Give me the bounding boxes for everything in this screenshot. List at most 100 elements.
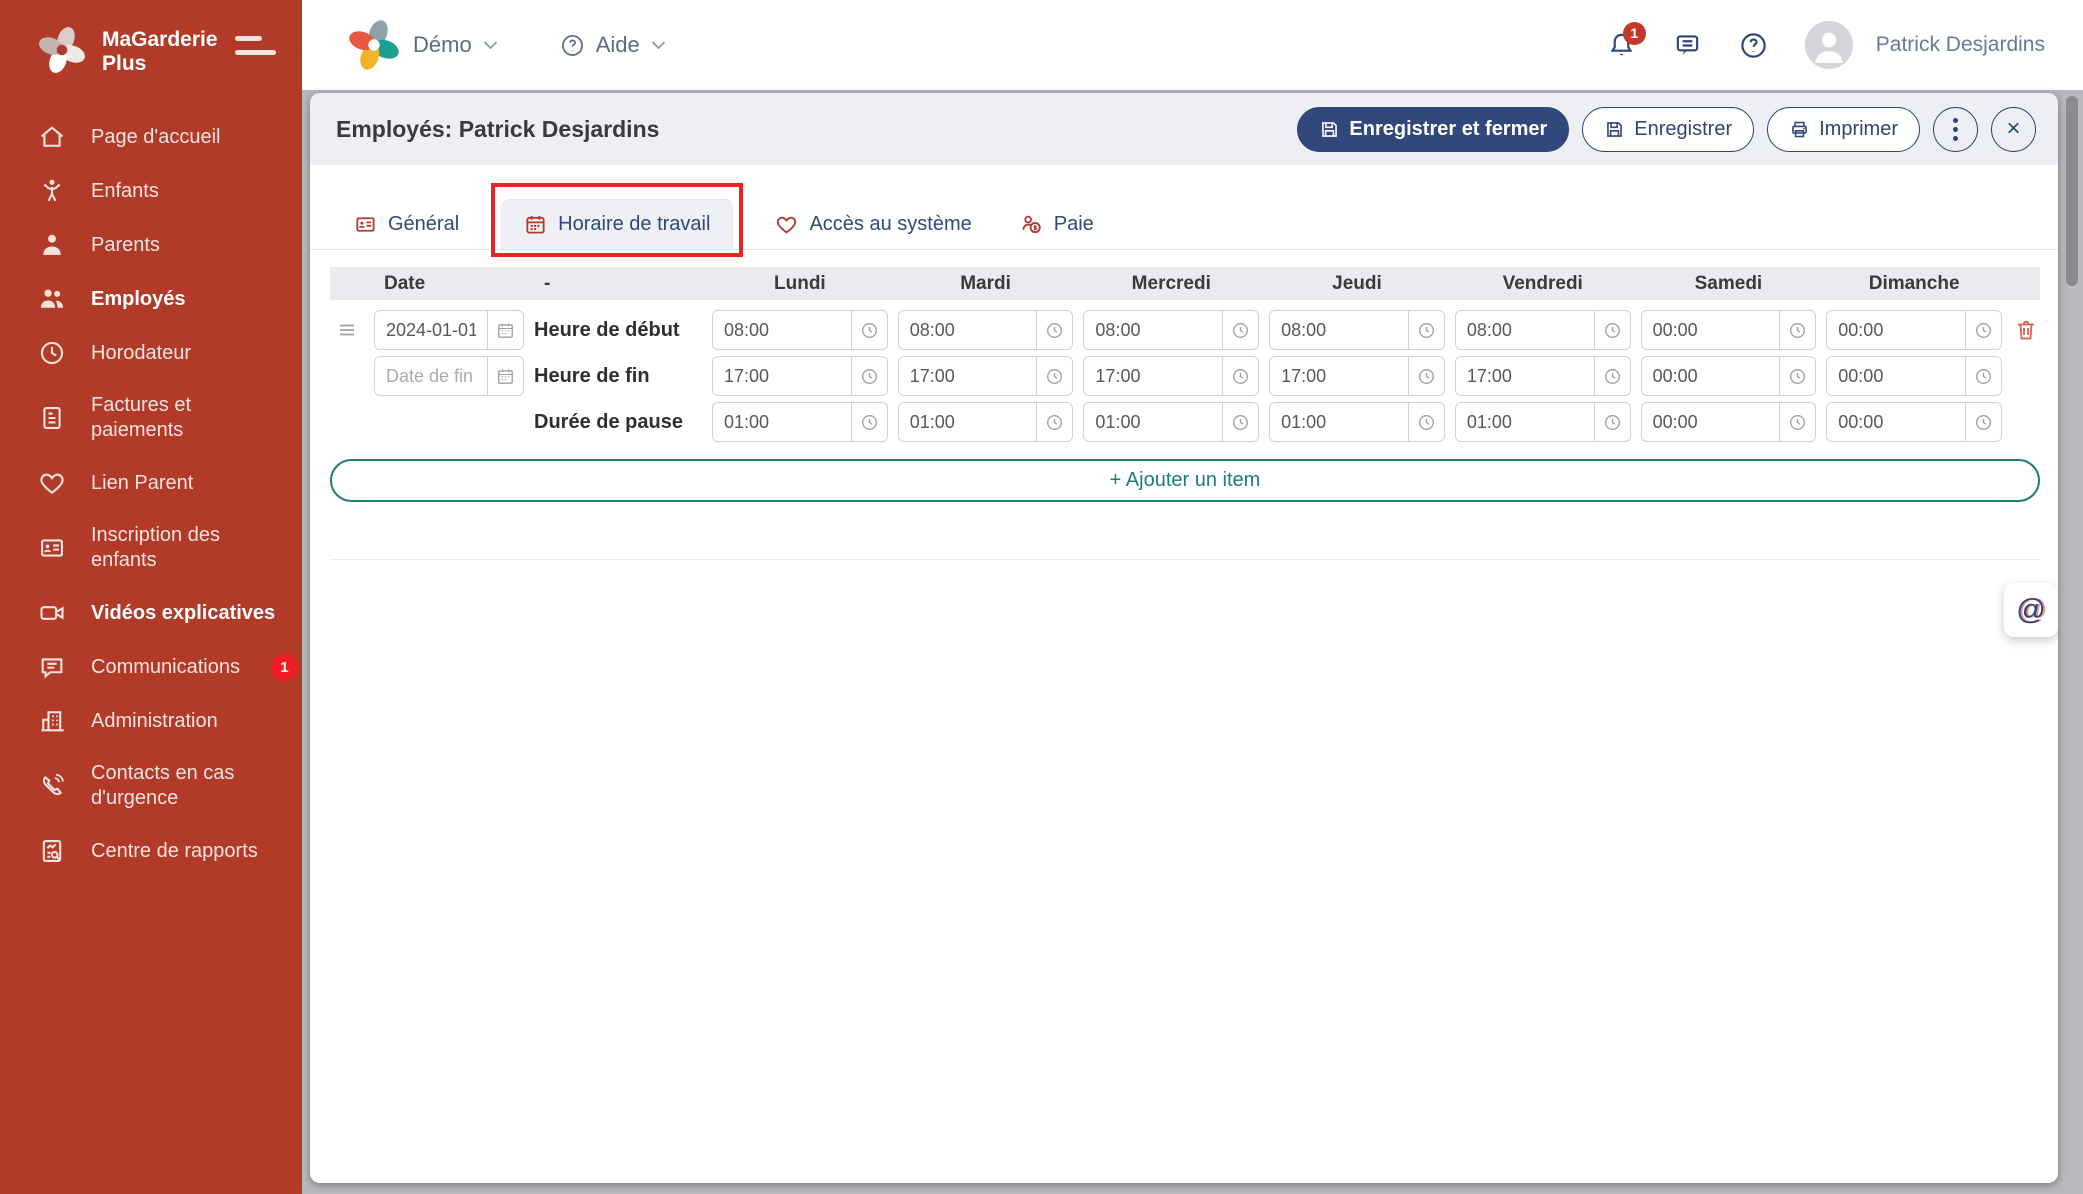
delete-row-trash-icon[interactable] [2012,318,2040,342]
schedule-header-row: Date - Lundi Mardi Mercredi Jeudi Vendre… [330,267,2040,300]
time-input-dimanche-end[interactable] [1827,357,1965,395]
chevron-down-icon [651,40,666,50]
tab-bar: Général Horaire de travail Accès au syst… [310,199,2058,250]
help-circle-icon[interactable] [1739,31,1768,60]
help-menu[interactable]: Aide [560,32,666,58]
clock-icon[interactable] [1779,357,1815,395]
clock-icon[interactable] [1222,403,1258,441]
sidebar-item-rapports[interactable]: Centre de rapports [0,824,302,878]
sidebar-item-communications[interactable]: Communications 1 [0,640,302,694]
time-input-samedi-end[interactable] [1642,357,1780,395]
sidebar-item-enfants[interactable]: Enfants [0,164,302,218]
tab-paie[interactable]: Paie [1014,200,1100,249]
clock-icon[interactable] [1965,311,2001,349]
topbar: Démo Aide 1 Patrick Desjardins [302,0,2083,90]
tab-acces-au-systeme[interactable]: Accès au système [769,200,977,249]
time-input-mardi-pause[interactable] [899,403,1037,441]
clock-icon[interactable] [1408,403,1444,441]
clock-icon[interactable] [1965,403,2001,441]
time-input-jeudi-end[interactable] [1270,357,1408,395]
time-input-lundi-pause[interactable] [713,403,851,441]
calendar-icon[interactable] [487,311,523,349]
org-selector[interactable]: Démo [346,17,498,73]
user-avatar[interactable] [1805,21,1853,69]
calendar-icon[interactable] [487,357,523,395]
time-input-vendredi-start[interactable] [1456,311,1594,349]
clock-icon[interactable] [1036,311,1072,349]
time-input-mardi-end[interactable] [899,357,1037,395]
employees-icon [38,285,66,313]
clock-icon[interactable] [1594,403,1630,441]
at-sign-icon: @ [2016,594,2045,627]
brand-logo-hands-icon [36,24,88,76]
clock-icon[interactable] [1594,357,1630,395]
at-sign-contact-widget[interactable]: @ [2004,583,2058,637]
sidebar-item-inscription[interactable]: Inscription des enfants [0,510,302,586]
clock-icon[interactable] [1222,357,1258,395]
time-input-jeudi-start[interactable] [1270,311,1408,349]
payroll-icon [1020,213,1043,236]
tab-horaire-de-travail[interactable]: Horaire de travail [501,199,733,249]
sidebar-item-lien-parent[interactable]: Lien Parent [0,456,302,510]
time-input-mardi-start[interactable] [899,311,1037,349]
row-label-end: Heure de fin [534,365,702,388]
time-input-lundi-end[interactable] [713,357,851,395]
time-input-vendredi-end[interactable] [1456,357,1594,395]
save-and-close-button[interactable]: Enregistrer et fermer [1297,107,1569,152]
close-button[interactable]: × [1991,107,2036,152]
hands-logo-icon [346,17,402,73]
chat-icon [38,653,66,681]
time-input-vendredi-pause[interactable] [1456,403,1594,441]
vertical-scrollbar-thumb[interactable] [2066,96,2078,286]
clock-icon[interactable] [1965,357,2001,395]
brand-name: MaGarderie Plus [102,24,218,75]
time-input-dimanche-pause[interactable] [1827,403,1965,441]
time-input-mercredi-end[interactable] [1084,357,1222,395]
clock-icon[interactable] [1222,311,1258,349]
clock-icon[interactable] [851,403,887,441]
time-input-dimanche-start[interactable] [1827,311,1965,349]
sidebar-item-page-accueil[interactable]: Page d'accueil [0,110,302,164]
sidebar-item-parents[interactable]: Parents [0,218,302,272]
save-button[interactable]: Enregistrer [1582,107,1754,152]
sidebar-item-factures[interactable]: Factures et paiements [0,380,302,456]
printer-icon [1789,119,1810,140]
time-input-jeudi-pause[interactable] [1270,403,1408,441]
notifications-bell-icon[interactable]: 1 [1607,31,1636,60]
clock-icon[interactable] [1779,311,1815,349]
clock-icon[interactable] [1036,357,1072,395]
time-input-samedi-start[interactable] [1642,311,1780,349]
home-icon [38,123,66,151]
time-input-lundi-start[interactable] [713,311,851,349]
clock-icon[interactable] [1779,403,1815,441]
row-label-pause: Durée de pause [534,411,702,434]
date-end-input[interactable] [375,357,487,395]
sidebar-item-employes[interactable]: Employés [0,272,302,326]
date-start-input[interactable] [375,311,487,349]
clock-icon[interactable] [1408,357,1444,395]
messages-icon[interactable] [1673,31,1702,60]
drag-handle-icon[interactable] [330,320,364,340]
clock-icon[interactable] [851,357,887,395]
sidebar-item-contacts-urgence[interactable]: Contacts en cas d'urgence [0,748,302,824]
sidebar-item-horodateur[interactable]: Horodateur [0,326,302,380]
sidebar-collapse-hamburger-icon[interactable] [235,24,276,55]
more-options-button[interactable] [1933,107,1978,152]
time-input-mercredi-pause[interactable] [1084,403,1222,441]
schedule-row-end: Heure de fin [330,356,2040,396]
clock-icon[interactable] [1408,311,1444,349]
clock-icon[interactable] [851,311,887,349]
tab-general[interactable]: Général [348,200,465,249]
print-button[interactable]: Imprimer [1767,107,1920,152]
floppy-disk-icon [1604,119,1625,140]
kebab-menu-icon [1953,118,1958,141]
add-item-button[interactable]: + Ajouter un item [330,459,2040,502]
time-input-mercredi-start[interactable] [1084,311,1222,349]
clock-icon[interactable] [1036,403,1072,441]
user-name[interactable]: Patrick Desjardins [1876,33,2045,57]
time-input-samedi-pause[interactable] [1642,403,1780,441]
sidebar-item-administration[interactable]: Administration [0,694,302,748]
section-divider [330,559,2040,560]
clock-icon[interactable] [1594,311,1630,349]
sidebar-item-videos[interactable]: Vidéos explicatives [0,586,302,640]
